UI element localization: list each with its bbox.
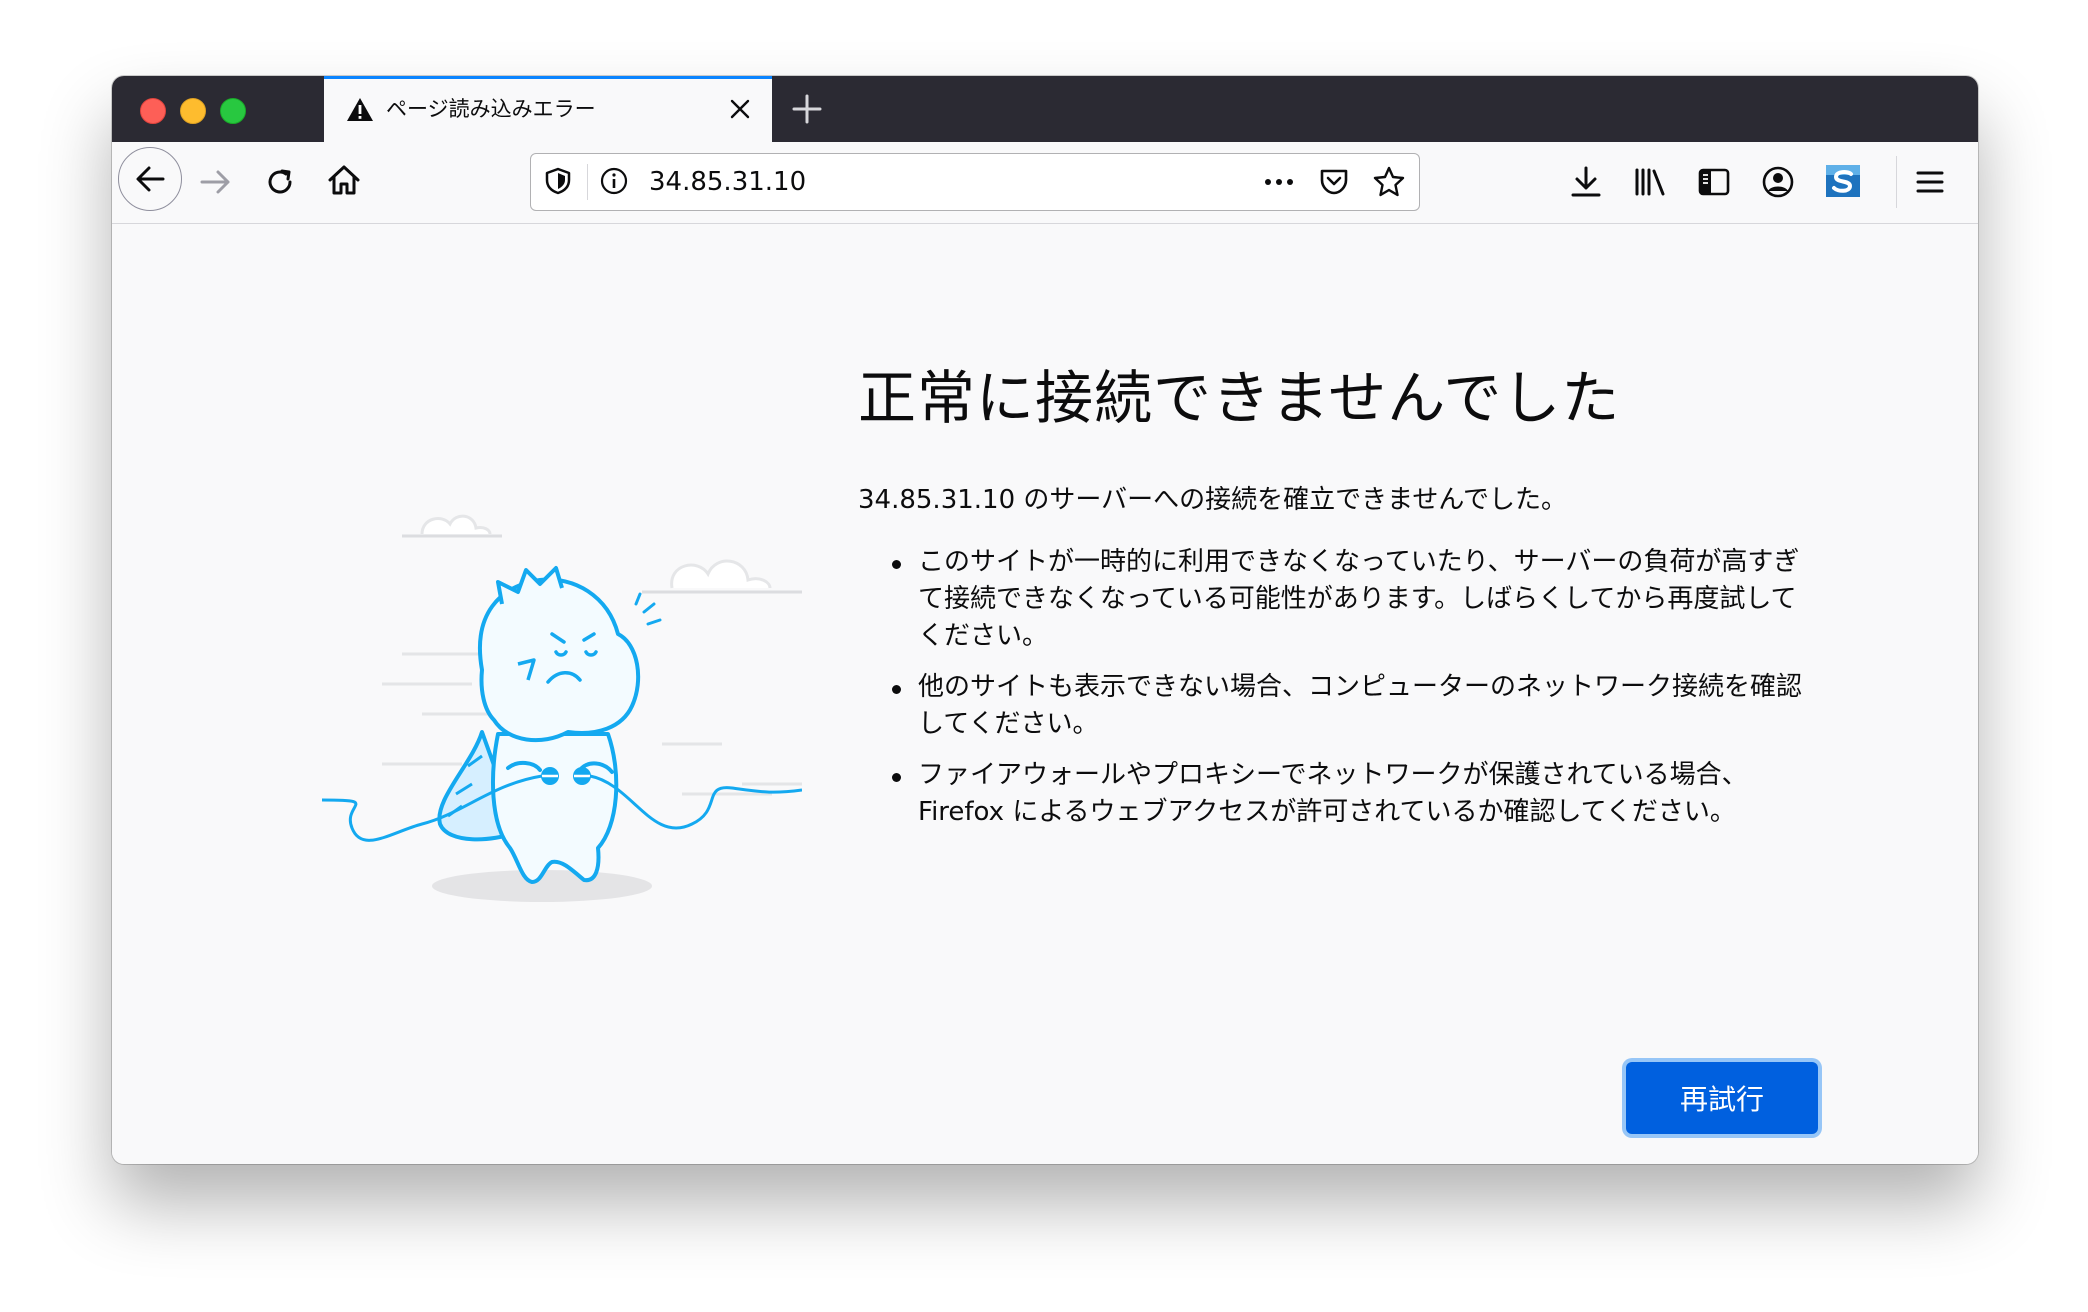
url-bar[interactable]: 34.85.31.10 [530, 153, 1420, 211]
error-suggestions: このサイトが一時的に利用できなくなっていたり、サーバーの負荷が高すぎて接続できな… [892, 544, 1818, 845]
account-icon[interactable] [1760, 164, 1796, 200]
home-icon[interactable] [326, 162, 362, 198]
error-dinosaur-illustration [322, 514, 802, 902]
back-button[interactable] [118, 147, 182, 211]
shield-icon[interactable] [543, 166, 573, 196]
forward-icon[interactable] [198, 164, 234, 200]
more-icon[interactable] [1261, 168, 1297, 196]
library-icon[interactable] [1632, 164, 1668, 200]
list-item: このサイトが一時的に利用できなくなっていたり、サーバーの負荷が高すぎて接続できな… [892, 544, 1818, 655]
new-tab-icon[interactable] [788, 90, 826, 128]
tab-page-load-error[interactable]: ページ読み込みエラー [324, 76, 772, 142]
tab-close-icon[interactable] [726, 95, 754, 123]
info-icon[interactable] [599, 166, 629, 196]
window-close-button[interactable] [140, 98, 166, 124]
list-item: ファイアウォールやプロキシーでネットワークが保護されている場合、Firefox … [892, 757, 1818, 831]
browser-window: ページ読み込みエラー 34.85.31.10 正常に接続できませんでした 34.… [112, 76, 1978, 1164]
error-title: 正常に接続できませんでした [858, 363, 1621, 432]
toolbar-separator [1896, 156, 1897, 208]
back-icon [136, 166, 165, 192]
download-icon[interactable] [1568, 164, 1604, 200]
warning-icon [347, 98, 373, 121]
tab-title: ページ読み込みエラー [386, 97, 596, 121]
nav-toolbar: 34.85.31.10 [112, 142, 1978, 224]
list-item: 他のサイトも表示できない場合、コンピューターのネットワーク接続を確認してください… [892, 669, 1818, 743]
window-minimize-button[interactable] [180, 98, 206, 124]
sidebar-icon[interactable] [1696, 164, 1732, 200]
pocket-icon[interactable] [1317, 165, 1351, 199]
window-maximize-button[interactable] [220, 98, 246, 124]
reload-icon[interactable] [262, 164, 298, 200]
url-text[interactable]: 34.85.31.10 [649, 166, 806, 198]
error-description: 34.85.31.10 のサーバーへの接続を確立できませんでした。 [858, 485, 1568, 515]
error-page: 正常に接続できませんでした 34.85.31.10 のサーバーへの接続を確立でき… [112, 224, 1978, 1164]
bookmark-star-icon[interactable] [1371, 164, 1407, 200]
url-divider [587, 164, 588, 200]
menu-icon[interactable] [1912, 164, 1948, 200]
retry-button[interactable]: 再試行 [1626, 1062, 1818, 1134]
extension-icon[interactable] [1824, 162, 1862, 200]
title-bar: ページ読み込みエラー [112, 76, 1978, 142]
